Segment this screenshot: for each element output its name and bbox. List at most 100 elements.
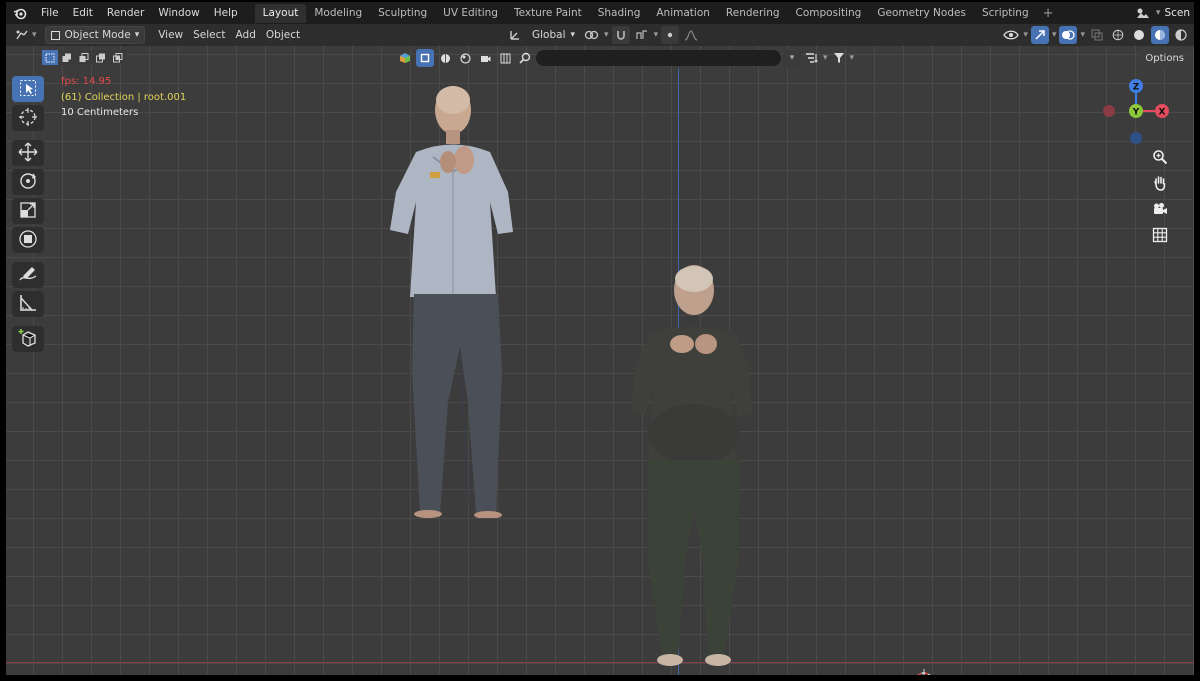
menu-file[interactable]: File [34,2,66,24]
gizmo-toggle-icon[interactable] [1030,26,1049,44]
measure-tool[interactable] [12,291,44,317]
filter-mesh-icon[interactable] [436,49,454,67]
x-axis-line [6,662,1194,663]
chevron-down-icon[interactable]: ▾ [1052,30,1057,40]
filter-other-icon[interactable] [496,49,514,67]
cursor-tool[interactable] [12,105,44,131]
filter-camera-icon[interactable] [476,49,494,67]
tab-sculpting[interactable]: Sculpting [370,4,435,23]
cursor-icon [18,107,38,130]
chevron-down-icon[interactable]: ▾ [850,53,855,63]
header-menu-view[interactable]: View [153,26,188,44]
add-cube-tool[interactable] [12,326,44,352]
menu-window[interactable]: Window [151,2,206,24]
pan-button[interactable] [1148,172,1172,196]
select-invert-icon[interactable] [93,50,109,65]
annotate-tool[interactable] [12,262,44,288]
shading-solid-icon[interactable] [1130,26,1148,44]
tab-compositing[interactable]: Compositing [788,4,870,23]
chevron-down-icon[interactable]: ▾ [823,53,828,63]
menu-help[interactable]: Help [207,2,245,24]
chevron-down-icon[interactable]: ▾ [783,49,801,67]
falloff-icon[interactable] [682,26,700,44]
move-icon [18,142,38,165]
tab-geometry-nodes[interactable]: Geometry Nodes [869,4,974,23]
zoom-button[interactable] [1148,146,1172,170]
filter-object-icon[interactable] [416,49,434,67]
orientation-dropdown[interactable]: Global ▾ [527,26,580,44]
tab-modeling[interactable]: Modeling [306,4,370,23]
3d-cursor-icon[interactable] [912,669,936,675]
display-mode-icon[interactable] [396,49,414,67]
blender-window: File Edit Render Window Help Layout Mode… [6,2,1194,675]
transform-tool[interactable] [12,227,44,253]
3d-viewport[interactable]: fps: 14.95 (61) Collection | root.001 10… [6,46,1194,675]
select-box-tool[interactable] [12,76,44,102]
filter-funnel-icon[interactable] [830,49,848,67]
overlays-toggle-icon[interactable] [1059,26,1078,44]
scene-selector: ▾ Scen [1134,2,1194,24]
menu-edit[interactable]: Edit [66,2,100,24]
scene-name[interactable]: Scen [1164,7,1190,19]
viewport-header: ▾ Object Mode ▾ View Select Add Object G… [6,24,1194,46]
sort-list-icon[interactable] [803,49,821,67]
woman-figure[interactable] [620,264,764,668]
ortho-toggle-button[interactable] [1148,224,1172,248]
shading-material-icon[interactable] [1151,26,1169,44]
scale-tool[interactable] [12,198,44,224]
chevron-down-icon[interactable]: ▾ [1023,30,1028,40]
man-figure[interactable] [378,82,528,518]
editor-type-icon[interactable] [14,26,32,44]
rotate-tool[interactable] [12,169,44,195]
snap-icon[interactable] [611,26,630,44]
tab-shading[interactable]: Shading [590,4,649,23]
grid-ortho-icon [1152,227,1168,246]
select-extend-icon[interactable] [59,50,75,65]
header-menu-add[interactable]: Add [231,26,261,44]
proportional-edit-icon[interactable] [661,26,680,44]
filter-light-icon[interactable] [456,49,474,67]
tab-scripting[interactable]: Scripting [974,4,1037,23]
select-subtract-icon[interactable] [76,50,92,65]
search-input[interactable] [536,50,781,66]
tab-layout[interactable]: Layout [254,3,307,23]
tab-animation[interactable]: Animation [648,4,718,23]
chevron-down-icon[interactable]: ▾ [1080,30,1085,40]
chevron-down-icon[interactable]: ▾ [604,30,609,40]
menu-render[interactable]: Render [100,2,151,24]
xray-icon[interactable] [1088,26,1106,44]
add-workspace-button[interactable]: + [1037,6,1060,21]
shading-wireframe-icon[interactable] [1109,26,1127,44]
header-menu-object[interactable]: Object [261,26,305,44]
pivot-icon[interactable] [583,26,601,44]
visibility-icon[interactable] [1002,26,1020,44]
navigation-gizmo[interactable]: Z Y X [1096,78,1176,150]
header-menu-select[interactable]: Select [188,26,230,44]
options-button[interactable]: Options [1139,50,1190,68]
selection-mode-buttons [42,50,126,65]
camera-view-button[interactable] [1148,198,1172,222]
chevron-down-icon[interactable]: ▾ [654,30,659,40]
gizmo-y-label: Y [1132,108,1140,118]
outliner-filter-bar: ▾ ▾ ▾ [396,49,854,67]
tab-uv-editing[interactable]: UV Editing [435,4,506,23]
object-mode-icon [50,30,60,40]
search-icon[interactable] [516,49,534,67]
snap-target-icon[interactable] [633,26,651,44]
chevron-down-icon[interactable]: ▾ [32,30,37,40]
select-intersect-icon[interactable] [110,50,126,65]
mode-label: Object Mode [64,29,131,41]
chevron-down-icon[interactable]: ▾ [1156,8,1161,18]
move-tool[interactable] [12,140,44,166]
measure-icon [18,293,38,316]
blender-logo-icon[interactable] [10,3,30,23]
shading-rendered-icon[interactable] [1172,26,1190,44]
orientation-icon[interactable] [506,26,524,44]
tab-rendering[interactable]: Rendering [718,4,788,23]
scene-icon[interactable] [1134,4,1152,22]
mode-dropdown[interactable]: Object Mode ▾ [44,26,146,44]
tab-texture-paint[interactable]: Texture Paint [506,4,590,23]
select-new-icon[interactable] [42,50,58,65]
viewport-tool-header: ▾ ▾ ▾ Options [6,46,1194,68]
annotate-icon [18,264,38,287]
